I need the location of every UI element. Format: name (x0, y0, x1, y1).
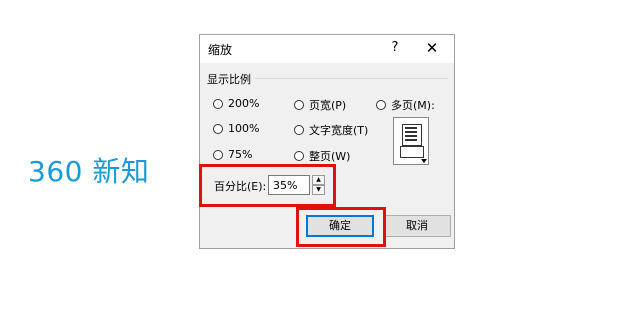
ok-highlight-box (296, 207, 386, 247)
radio-whole-page-label: 整页(W) (309, 150, 351, 163)
radio-circle-icon (213, 123, 223, 134)
radio-whole-page[interactable]: 整页(W) (294, 148, 350, 164)
radio-circle-icon (294, 151, 304, 161)
watermark-text: 360 新知 (28, 155, 150, 188)
radio-many-pages-label: 多页(M): (391, 99, 435, 112)
radio-200[interactable]: 200% (213, 97, 259, 110)
radio-circle-icon (213, 98, 223, 109)
percent-highlight-box (199, 164, 336, 207)
radio-text-width[interactable]: 文字宽度(T) (294, 122, 368, 138)
radio-100-label: 100% (228, 122, 260, 135)
radio-many-pages[interactable]: 多页(M): (376, 97, 435, 113)
radio-200-label: 200% (228, 97, 260, 110)
radio-text-width-label: 文字宽度(T) (309, 124, 369, 137)
radio-page-width[interactable]: 页宽(P) (294, 97, 346, 113)
many-pages-picker[interactable] (393, 117, 429, 165)
dialog-title: 缩放 (208, 43, 233, 57)
cancel-button[interactable]: 取消 (383, 215, 451, 237)
close-button[interactable]: ✕ (422, 39, 442, 57)
monitor-icon (400, 146, 424, 158)
radio-circle-icon (213, 149, 223, 160)
radio-75-label: 75% (228, 148, 253, 161)
dialog-titlebar: 缩放 ? ✕ (200, 35, 454, 63)
dropdown-arrow-icon (421, 159, 427, 163)
radio-circle-icon (376, 100, 386, 110)
help-button[interactable]: ? (388, 39, 402, 57)
radio-circle-icon (294, 100, 304, 110)
radio-100[interactable]: 100% (213, 122, 259, 135)
radio-page-width-label: 页宽(P) (309, 99, 347, 112)
page-preview-icon (402, 124, 422, 146)
group-divider (255, 78, 448, 79)
radio-75[interactable]: 75% (213, 148, 252, 161)
radio-circle-icon (294, 125, 304, 135)
zoom-group-label: 显示比例 (207, 73, 251, 86)
